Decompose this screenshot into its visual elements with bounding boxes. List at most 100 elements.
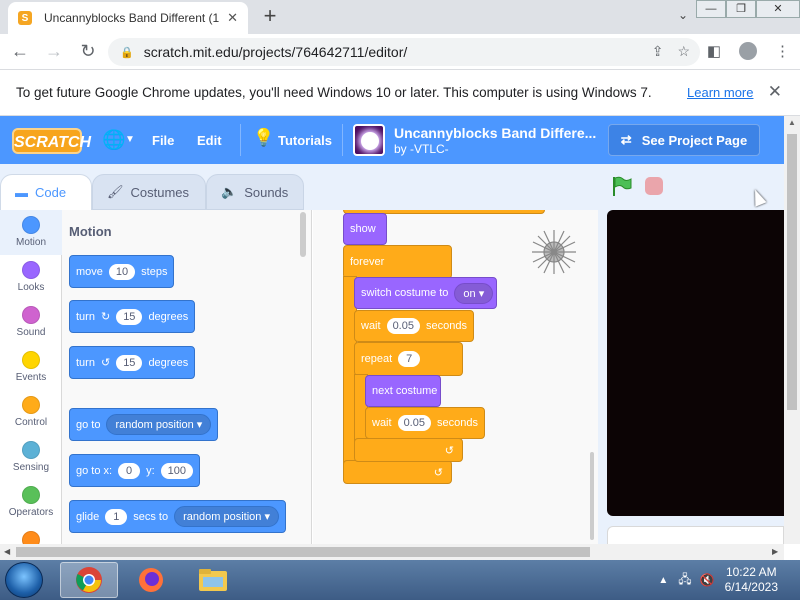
remix-arrows-icon: ⇄	[620, 132, 632, 147]
lock-icon[interactable]: 🔒	[120, 46, 134, 59]
edit-menu[interactable]: Edit	[197, 133, 222, 148]
go-to-xy-block[interactable]: go to x: 0 y: 100	[69, 454, 200, 487]
tutorials-menu[interactable]: Tutorials	[278, 133, 332, 148]
glide-block[interactable]: glide 1 secs to random position ▾	[69, 500, 286, 533]
repeat-block[interactable]: repeat 7	[354, 342, 463, 376]
palette-scrollbar[interactable]	[300, 212, 306, 257]
x-input[interactable]: 0	[118, 462, 141, 479]
green-flag-icon[interactable]	[611, 176, 633, 196]
script-scrollbar[interactable]	[590, 452, 594, 540]
back-icon[interactable]: ←	[6, 41, 34, 62]
degrees-input[interactable]: 15	[116, 308, 143, 325]
category-sound[interactable]: Sound	[0, 300, 62, 345]
project-title[interactable]: Uncannyblocks Band Differe...	[394, 125, 596, 141]
file-menu[interactable]: File	[152, 133, 174, 148]
go-to-block[interactable]: go to random position ▾	[69, 408, 219, 441]
block-text: steps	[141, 265, 168, 278]
project-author[interactable]: by -VTLC-	[394, 142, 449, 156]
taskbar-firefox[interactable]	[122, 562, 180, 598]
category-label: Control	[14, 417, 48, 428]
close-tab-icon[interactable]: ✕	[227, 10, 238, 26]
wait-input[interactable]: 0.05	[386, 318, 420, 334]
switch-costume-block[interactable]: switch costume to on ▾	[354, 277, 497, 309]
costume-dropdown[interactable]: on ▾	[454, 282, 494, 304]
block-text: secs to	[133, 510, 169, 523]
next-costume-block[interactable]: next costume	[365, 375, 441, 407]
forever-block[interactable]: forever	[343, 245, 452, 279]
scrollbar-thumb[interactable]	[787, 134, 797, 410]
code-blocks-icon: ▬	[15, 185, 28, 200]
see-project-page-button[interactable]: ⇄ See Project Page	[608, 124, 760, 156]
page-scrollbar[interactable]: ▲	[784, 116, 800, 544]
close-window-button[interactable]: ✕	[756, 0, 800, 18]
forward-icon[interactable]: →	[40, 41, 68, 62]
scroll-up-icon[interactable]: ▲	[788, 118, 796, 127]
category-events[interactable]: Events	[0, 345, 62, 390]
block-text: seconds	[425, 320, 467, 332]
speaker-icon: 🔈	[221, 184, 238, 199]
language-globe-icon[interactable]: 🌐	[102, 128, 126, 152]
taskbar-explorer[interactable]	[184, 562, 242, 598]
category-control[interactable]: Control	[0, 390, 62, 435]
minimize-button[interactable]: —	[696, 0, 726, 18]
position-dropdown[interactable]: random position ▾	[174, 506, 279, 527]
stage-canvas[interactable]	[607, 210, 784, 516]
profile-avatar[interactable]	[739, 42, 757, 60]
category-sensing[interactable]: Sensing	[0, 435, 62, 480]
category-operators[interactable]: Operators	[0, 480, 62, 525]
repeat-bottom[interactable]: ↺	[354, 438, 463, 462]
tab-costumes[interactable]: 🖌 Costumes	[92, 174, 206, 210]
turn-right-block[interactable]: turn ↻ 15 degrees	[69, 300, 196, 333]
share-icon[interactable]: ⇪	[652, 43, 664, 60]
wait-input[interactable]: 0.05	[397, 415, 431, 431]
new-tab-button[interactable]: +	[258, 5, 282, 29]
show-hidden-icons-icon[interactable]: ▲	[658, 575, 668, 586]
wait-block[interactable]: wait 0.05 seconds	[365, 407, 485, 439]
scroll-right-icon[interactable]: ▶	[772, 547, 778, 556]
volume-muted-icon[interactable]: 🔇	[700, 573, 715, 587]
category-label: Operators	[8, 507, 54, 518]
category-looks[interactable]: Looks	[0, 255, 62, 300]
block-text: degrees	[148, 310, 189, 323]
browser-tab[interactable]: S Uncannyblocks Band Different (1 ✕	[8, 2, 248, 34]
motion-dot-icon	[22, 216, 40, 234]
category-motion[interactable]: Motion	[0, 210, 62, 255]
turn-left-block[interactable]: turn ↺ 15 degrees	[69, 346, 196, 379]
address-bar[interactable]: 🔒 scratch.mit.edu/projects/764642711/edi…	[108, 38, 700, 66]
restore-button[interactable]: ❐	[726, 0, 756, 18]
steps-input[interactable]: 10	[108, 263, 136, 280]
forever-bottom[interactable]: ↺	[343, 460, 452, 484]
chrome-menu-icon[interactable]: ⋮	[775, 42, 790, 60]
block-text: degrees	[148, 356, 189, 369]
side-panel-icon[interactable]: ◧	[707, 42, 721, 60]
taskbar-chrome[interactable]	[60, 562, 118, 598]
clock[interactable]: 10:22 AM 6/14/2023	[725, 565, 778, 595]
dropdown-value: on	[463, 287, 476, 300]
bookmark-star-icon[interactable]: ☆	[677, 43, 690, 60]
show-block[interactable]: show	[343, 213, 387, 245]
reload-icon[interactable]: ↻	[74, 41, 102, 62]
divider	[240, 124, 241, 156]
tab-code[interactable]: ▬ Code	[0, 174, 92, 210]
repeat-count-input[interactable]: 7	[398, 351, 421, 367]
degrees-input[interactable]: 15	[116, 354, 143, 371]
close-infobar-icon[interactable]: ✕	[768, 82, 782, 102]
secs-input[interactable]: 1	[105, 508, 128, 525]
category-label: Sensing	[12, 462, 50, 473]
scroll-left-icon[interactable]: ◀	[4, 547, 10, 556]
wait-block[interactable]: wait 0.05 seconds	[354, 310, 474, 342]
block-text: go to x:	[76, 464, 113, 477]
position-dropdown[interactable]: random position ▾	[106, 414, 212, 435]
block-categories: Motion Looks Sound Events Control Sensin…	[0, 210, 62, 549]
scrollbar-thumb[interactable]	[16, 547, 590, 557]
tab-sounds[interactable]: 🔈 Sounds	[206, 174, 304, 210]
start-button[interactable]	[5, 562, 43, 598]
learn-more-link[interactable]: Learn more	[687, 85, 753, 100]
scratch-logo[interactable]: SCRATCH	[12, 128, 91, 154]
move-steps-block[interactable]: move 10 steps	[69, 255, 175, 288]
tab-search-icon[interactable]: ⌄	[678, 8, 688, 22]
y-input[interactable]: 100	[160, 462, 193, 479]
horizontal-scrollbar[interactable]: ◀ ▶	[0, 544, 784, 560]
stop-icon[interactable]	[645, 177, 663, 195]
network-icon[interactable]: 🖧	[678, 570, 691, 591]
